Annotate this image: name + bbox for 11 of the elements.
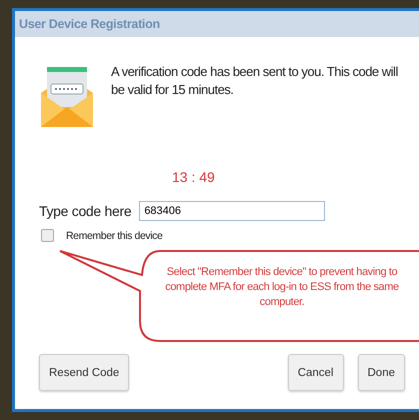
remember-label: Remember this device <box>66 230 162 242</box>
window-title: User Device Registration <box>19 17 160 31</box>
resend-button[interactable]: Resend Code <box>39 354 130 391</box>
dialog-button[interactable]: Done <box>358 354 405 391</box>
countdown-timer: 13 : 49 <box>172 169 215 185</box>
code-label: Type code here <box>39 203 132 219</box>
remember-checkbox[interactable] <box>41 229 54 242</box>
code-field[interactable]: 683406 <box>139 201 326 221</box>
callout-text: Select "Remember this device" to prevent having to complete MFA for each log-in to ESS from the same computer. <box>164 265 400 310</box>
message-text: A verification code has been sent to you. This code will be valid for 15 minutes. <box>111 63 399 99</box>
dialog-button[interactable]: Cancel <box>288 354 344 391</box>
